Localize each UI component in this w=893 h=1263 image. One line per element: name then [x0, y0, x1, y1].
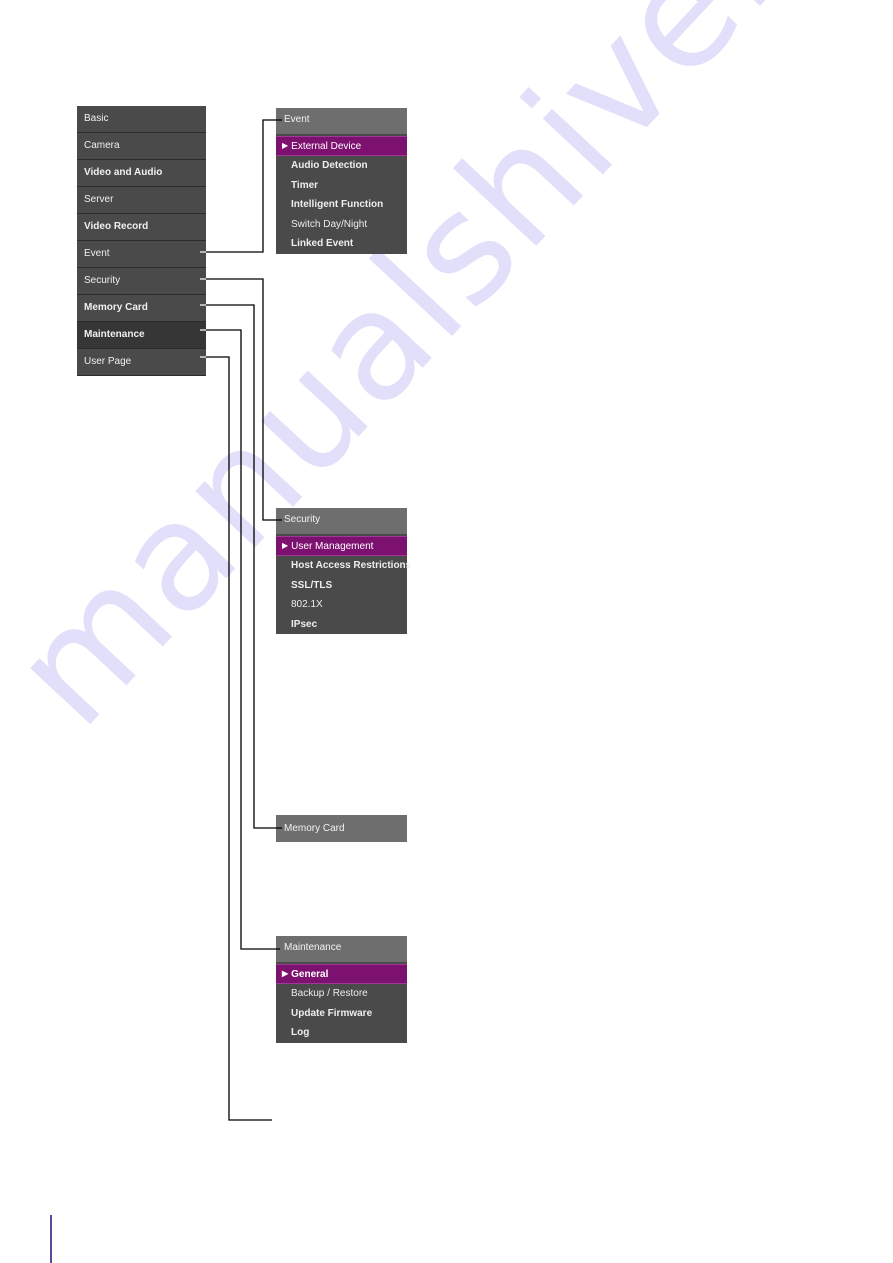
main-menu-item-security[interactable]: Security	[77, 268, 206, 295]
main-menu-item-label: Camera	[84, 140, 120, 151]
connector-user-page	[200, 356, 272, 1121]
main-menu-item-memory-card[interactable]: Memory Card	[77, 295, 206, 322]
submenu-item-user-management[interactable]: ▶ User Management	[276, 536, 407, 556]
main-menu-item-label: Memory Card	[84, 302, 148, 313]
submenu-item-label: External Device	[291, 141, 362, 152]
memory-card-submenu-title: Memory Card	[276, 815, 407, 842]
security-submenu: Security ▶ User Management Host Access Re…	[276, 508, 411, 635]
maintenance-submenu: Maintenance ▶ General Backup / Restore Up…	[276, 936, 407, 1043]
main-menu-item-label: User Page	[84, 356, 132, 367]
event-submenu: Event ▶ External Device Audio Detection T…	[276, 108, 407, 254]
maintenance-submenu-title: Maintenance	[276, 936, 407, 964]
connector-security	[200, 278, 282, 521]
page-margin-rule	[50, 1215, 52, 1263]
triangle-right-icon: ▶	[282, 141, 289, 150]
main-menu-item-video-and-audio[interactable]: Video and Audio	[77, 160, 206, 187]
submenu-item-external-device[interactable]: ▶ External Device	[276, 136, 407, 156]
submenu-item-general[interactable]: ▶ General	[276, 964, 407, 984]
main-menu-item-user-page[interactable]: User Page	[77, 349, 206, 376]
submenu-item-timer[interactable]: Timer	[276, 176, 407, 196]
triangle-right-icon: ▶	[282, 969, 289, 978]
main-menu: Basic Camera Video and Audio Server Vide…	[77, 106, 206, 376]
main-menu-item-label: Video and Audio	[84, 167, 163, 178]
main-menu-item-label: Security	[84, 275, 121, 286]
submenu-item-audio-detection[interactable]: Audio Detection	[276, 156, 407, 176]
submenu-item-log[interactable]: Log	[276, 1023, 407, 1043]
triangle-right-icon: ▶	[282, 541, 289, 550]
main-menu-item-camera[interactable]: Camera	[77, 133, 206, 160]
main-menu-item-label: Basic	[84, 113, 109, 124]
main-menu-item-event[interactable]: Event	[77, 241, 206, 268]
submenu-item-intelligent-function[interactable]: Intelligent Function	[276, 195, 407, 215]
submenu-item-ipsec[interactable]: IPsec	[276, 615, 407, 635]
connector-event	[200, 119, 282, 253]
submenu-item-switch-day-night[interactable]: Switch Day/Night	[276, 215, 407, 235]
event-submenu-title: Event	[276, 108, 407, 136]
main-menu-item-server[interactable]: Server	[77, 187, 206, 214]
submenu-item-linked-event[interactable]: Linked Event	[276, 234, 407, 254]
connector-maintenance	[200, 329, 280, 950]
main-menu-item-label: Maintenance	[84, 329, 145, 340]
main-menu-item-video-record[interactable]: Video Record	[77, 214, 206, 241]
main-menu-item-label: Event	[84, 248, 110, 259]
submenu-item-host-access-restrictions[interactable]: Host Access Restrictions	[276, 556, 411, 576]
submenu-item-update-firmware[interactable]: Update Firmware	[276, 1004, 407, 1024]
main-menu-item-label: Server	[84, 194, 114, 205]
memory-card-submenu: Memory Card	[276, 815, 407, 842]
main-menu-item-maintenance[interactable]: Maintenance	[77, 322, 206, 349]
submenu-item-label: General	[291, 969, 329, 980]
security-submenu-title: Security	[276, 508, 407, 536]
main-menu-item-basic[interactable]: Basic	[77, 106, 206, 133]
main-menu-item-label: Video Record	[84, 221, 149, 232]
submenu-item-802-1x[interactable]: 802.1X	[276, 595, 407, 615]
submenu-item-ssl-tls[interactable]: SSL/TLS	[276, 576, 407, 596]
submenu-item-backup-restore[interactable]: Backup / Restore	[276, 984, 407, 1004]
connector-memory-card	[200, 304, 282, 829]
submenu-item-label: User Management	[291, 541, 374, 552]
